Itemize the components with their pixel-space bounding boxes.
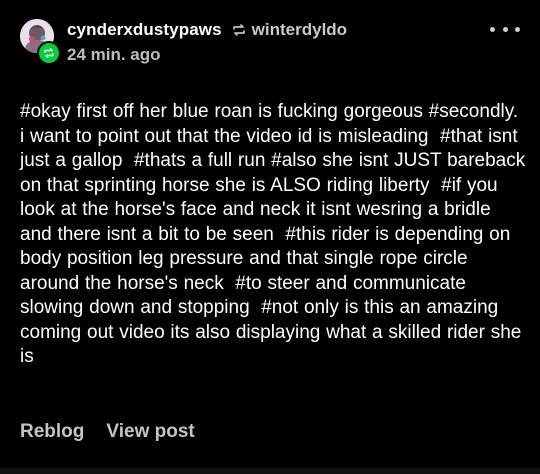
post-divider bbox=[0, 468, 540, 474]
reblog-button[interactable]: Reblog bbox=[20, 421, 84, 443]
post-header: cynderxdustypaws winterdyldo 24 min. ago bbox=[20, 16, 526, 70]
more-options-button[interactable] bbox=[490, 22, 520, 36]
reblog-badge bbox=[37, 41, 61, 65]
view-post-button[interactable]: View post bbox=[106, 421, 194, 443]
reblog-icon bbox=[44, 48, 54, 58]
reblogged-from-link[interactable]: winterdyldo bbox=[252, 20, 347, 40]
tag[interactable]: #thats a full run bbox=[134, 150, 265, 171]
post-footer: Reblog View post bbox=[20, 421, 195, 443]
post-tags: #okay first off her blue roan is fucking… bbox=[20, 100, 526, 370]
post-card: cynderxdustypaws winterdyldo 24 min. ago… bbox=[0, 0, 540, 474]
username-link[interactable]: cynderxdustypaws bbox=[67, 20, 222, 40]
post-timestamp[interactable]: 24 min. ago bbox=[67, 45, 347, 65]
reblog-arrow-icon bbox=[232, 23, 246, 37]
tag[interactable]: #okay first off her blue roan is fucking… bbox=[20, 101, 423, 122]
post-meta: cynderxdustypaws winterdyldo 24 min. ago bbox=[67, 18, 347, 65]
more-dots-icon bbox=[490, 26, 495, 32]
post-attribution: cynderxdustypaws winterdyldo bbox=[67, 18, 347, 42]
